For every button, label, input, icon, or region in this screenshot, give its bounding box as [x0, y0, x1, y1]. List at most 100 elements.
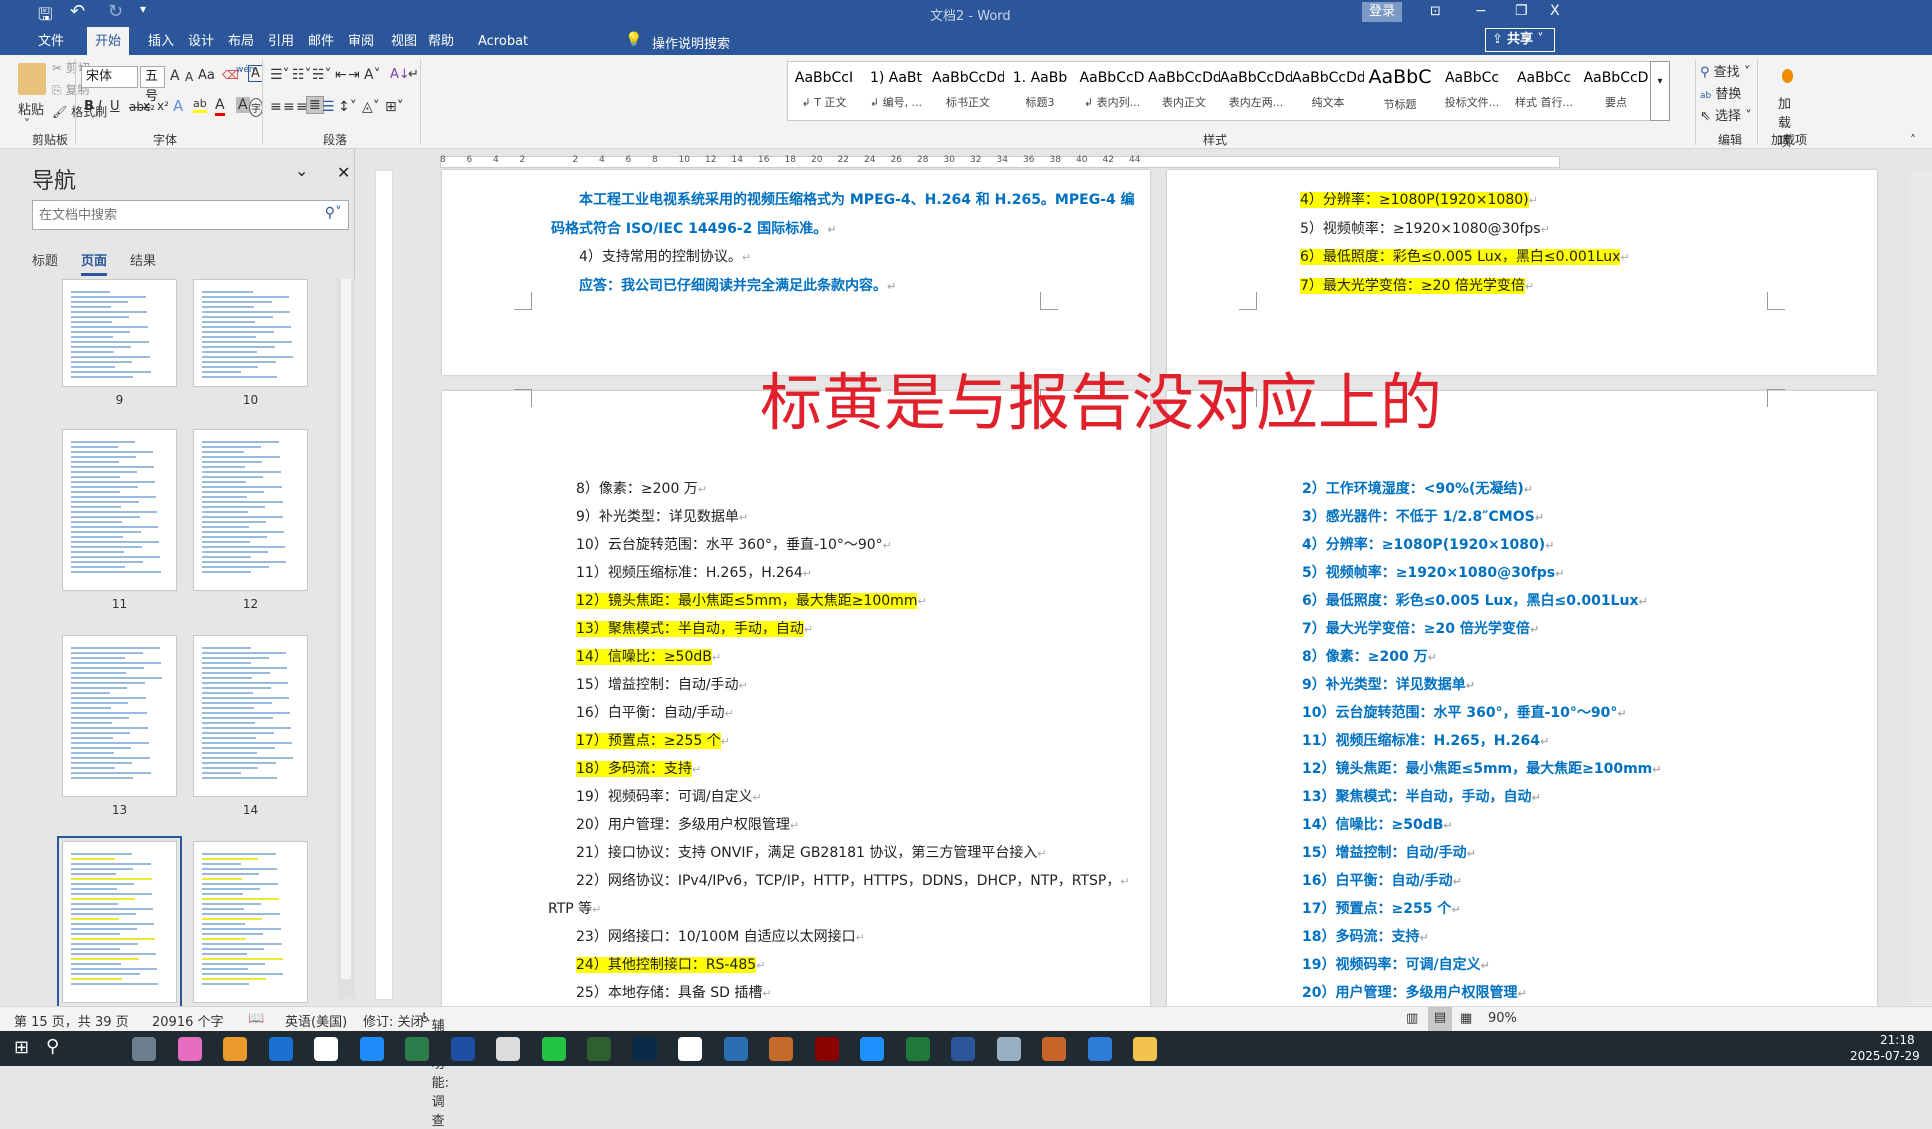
- taskbar-app-icon[interactable]: [541, 1037, 566, 1061]
- align-center-icon[interactable]: ≡: [283, 99, 295, 115]
- read-mode-icon[interactable]: ▥: [1406, 1011, 1418, 1026]
- paragraph-line[interactable]: 应答：我公司已仔细阅读并完全满足此条款内容。↵: [579, 276, 896, 297]
- italic-button[interactable]: I: [98, 99, 102, 114]
- paragraph-line[interactable]: 5）视频帧率：≥1920×1080@30fps↵: [1302, 563, 1564, 584]
- taskbar-app-icon[interactable]: [496, 1037, 520, 1061]
- paragraph-line[interactable]: 24）其他控制接口：RS-485↵: [576, 955, 765, 976]
- page-thumbnail[interactable]: [193, 429, 308, 591]
- paragraph-line[interactable]: 14）信噪比：≥50dB↵: [576, 647, 721, 668]
- bold-button[interactable]: B: [84, 99, 94, 114]
- paragraph-line[interactable]: 9）补光类型：详见数据单↵: [1302, 675, 1475, 696]
- line-spacing-icon[interactable]: ↕˅: [338, 99, 357, 115]
- paragraph-line[interactable]: 本工程工业电视系统采用的视频压缩格式为 MPEG-4、H.264 和 H.265…: [579, 190, 1135, 210]
- nav-tab-2[interactable]: 结果: [130, 250, 156, 273]
- horizontal-ruler[interactable]: 8 6 4 2 2 4 6 8 10 12 14 16 18 20 22 24 26 28 30 32 34 36 38 40…: [380, 152, 1910, 170]
- tab-1[interactable]: 开始: [87, 27, 130, 55]
- character-border-button[interactable]: A: [248, 65, 263, 82]
- taskbar-app-icon[interactable]: [723, 1037, 748, 1061]
- paragraph-line[interactable]: 10）云台旋转范围：水平 360°，垂直-10°～90°↵: [576, 535, 892, 556]
- taskbar-app-icon[interactable]: [860, 1037, 884, 1061]
- taskbar-app-icon[interactable]: [405, 1037, 429, 1061]
- undo-icon[interactable]: ↶: [70, 1, 85, 22]
- paragraph-line[interactable]: 码格式符合 ISO/IEC 14496-2 国际标准。↵: [551, 219, 836, 240]
- page-thumbnail[interactable]: [57, 836, 182, 1008]
- paragraph-line[interactable]: 20）用户管理：多级用户权限管理↵: [1302, 983, 1527, 1004]
- taskbar-app-icon[interactable]: [678, 1037, 702, 1061]
- style-item[interactable]: AaBbCcDdI 标书正文: [932, 62, 1004, 120]
- taskbar-app-icon[interactable]: [1087, 1037, 1112, 1061]
- share-button[interactable]: ⇪ 共享 ˅: [1485, 28, 1555, 52]
- font-size-select[interactable]: 五号: [140, 66, 165, 104]
- paragraph-line[interactable]: 5）视频帧率：≥1920×1080@30fps↵: [1300, 219, 1550, 240]
- nav-options-chevron-icon[interactable]: ⌄: [295, 161, 308, 180]
- bullets-icon[interactable]: ☰˅: [270, 67, 290, 83]
- multilevel-list-icon[interactable]: ☵˅: [312, 67, 332, 83]
- clock-time[interactable]: 21:18: [1880, 1033, 1915, 1047]
- style-item[interactable]: AaBbCc 样式 首行...: [1508, 62, 1580, 120]
- redo-icon[interactable]: ↻: [108, 1, 123, 22]
- sort-icon[interactable]: A↓: [390, 67, 410, 82]
- nav-close-icon[interactable]: ✕: [337, 163, 350, 182]
- style-item[interactable]: AaBbCcD ↲ 表内列...: [1076, 62, 1148, 120]
- change-case-button[interactable]: Aa: [198, 68, 215, 83]
- select-button[interactable]: ⇖ 选择 ˅: [1700, 105, 1752, 124]
- paragraph-line[interactable]: 21）接口协议：支持 ONVIF，满足 GB28181 协议，第三方管理平台接入…: [576, 843, 1047, 864]
- underline-button[interactable]: U: [110, 99, 120, 114]
- style-item[interactable]: AaBbCcDdI 表内正文: [1148, 62, 1220, 120]
- taskbar-app-icon[interactable]: [814, 1037, 839, 1061]
- print-layout-icon[interactable]: ▤: [1428, 1007, 1452, 1031]
- tab-5[interactable]: 引用: [260, 31, 302, 55]
- proofing-icon[interactable]: 📖: [248, 1011, 264, 1026]
- zoom-level[interactable]: 90%: [1488, 1011, 1517, 1026]
- paragraph-line[interactable]: 20）用户管理：多级用户权限管理↵: [576, 815, 799, 836]
- style-item[interactable]: AaBbCcD 要点: [1580, 62, 1652, 120]
- tab-7[interactable]: 审阅: [340, 31, 382, 55]
- tab-3[interactable]: 设计: [180, 31, 222, 55]
- paragraph-line[interactable]: 18）多码流：支持↵: [576, 759, 701, 780]
- taskbar-app-icon[interactable]: [996, 1037, 1021, 1061]
- paragraph-line[interactable]: 15）增益控制：自动/手动↵: [576, 675, 748, 696]
- taskbar-app-icon[interactable]: [132, 1037, 156, 1061]
- tab-4[interactable]: 布局: [220, 31, 262, 55]
- paragraph-line[interactable]: 2）工作环境湿度：<90%(无凝结)↵: [1302, 479, 1533, 500]
- numbering-icon[interactable]: ☷˅: [292, 67, 312, 83]
- document-scrollbar[interactable]: [1910, 170, 1932, 1006]
- shading-icon[interactable]: ◬˅: [362, 99, 380, 115]
- nav-search-input[interactable]: [39, 201, 309, 227]
- superscript-button[interactable]: x²: [157, 99, 169, 113]
- nav-tab-0[interactable]: 标题: [32, 250, 58, 273]
- style-item[interactable]: AaBbC 节标题: [1364, 62, 1436, 120]
- track-changes[interactable]: 修订: 关闭: [363, 1011, 424, 1030]
- tab-0[interactable]: 文件: [30, 31, 72, 55]
- taskbar-app-icon[interactable]: [223, 1037, 247, 1061]
- nav-scrollbar[interactable]: [337, 279, 355, 999]
- shrink-font-button[interactable]: A: [185, 70, 193, 84]
- style-item[interactable]: AaBbCcDdI 纯文本: [1292, 62, 1364, 120]
- paragraph-line[interactable]: 23）网络接口：10/100M 自适应以太网接口↵: [576, 927, 865, 948]
- taskbar-app-icon[interactable]: [1133, 1037, 1157, 1061]
- paragraph-line[interactable]: 6）最低照度：彩色≤0.005 Lux，黑白≤0.001Lux↵: [1300, 247, 1630, 268]
- text-effects-button[interactable]: A: [173, 97, 183, 115]
- taskbar-app-icon[interactable]: [450, 1037, 475, 1061]
- subscript-button[interactable]: x₂: [143, 99, 155, 113]
- paragraph-line[interactable]: 19）视频码率：可调/自定义↵: [1302, 955, 1490, 976]
- page-thumbnail[interactable]: [193, 635, 308, 797]
- paragraph-line[interactable]: 16）白平衡：自动/手动↵: [576, 703, 734, 724]
- decrease-indent-icon[interactable]: ⇤: [335, 67, 347, 83]
- taskbar-app-icon[interactable]: [905, 1037, 930, 1061]
- tab-6[interactable]: 邮件: [300, 31, 342, 55]
- tab-8[interactable]: 视图: [383, 31, 425, 55]
- paragraph-line[interactable]: 11）视频压缩标准：H.265，H.264↵: [576, 563, 812, 584]
- style-item[interactable]: AaBbCcDdEe 表内左两...: [1220, 62, 1292, 120]
- paragraph-line[interactable]: 4）支持常用的控制协议。↵: [579, 247, 751, 268]
- addins-icon[interactable]: [1782, 69, 1793, 83]
- borders-icon[interactable]: ⊞˅: [385, 99, 404, 115]
- style-item[interactable]: AaBbCcI ↲ T 正文: [788, 62, 860, 120]
- paragraph-line[interactable]: 14）信噪比：≥50dB↵: [1302, 815, 1453, 836]
- page-thumbnail[interactable]: [193, 279, 308, 387]
- paragraph-line[interactable]: 22）网络协议：IPv4/IPv6，TCP/IP，HTTP，HTTPS，DDNS…: [576, 871, 1130, 892]
- windows-start-icon[interactable]: ⊞: [14, 1037, 29, 1058]
- maximize-button[interactable]: ❐: [1515, 3, 1528, 19]
- grow-font-button[interactable]: A: [170, 68, 180, 84]
- paragraph-line[interactable]: 13）聚焦模式：半自动，手动，自动↵: [1302, 787, 1541, 808]
